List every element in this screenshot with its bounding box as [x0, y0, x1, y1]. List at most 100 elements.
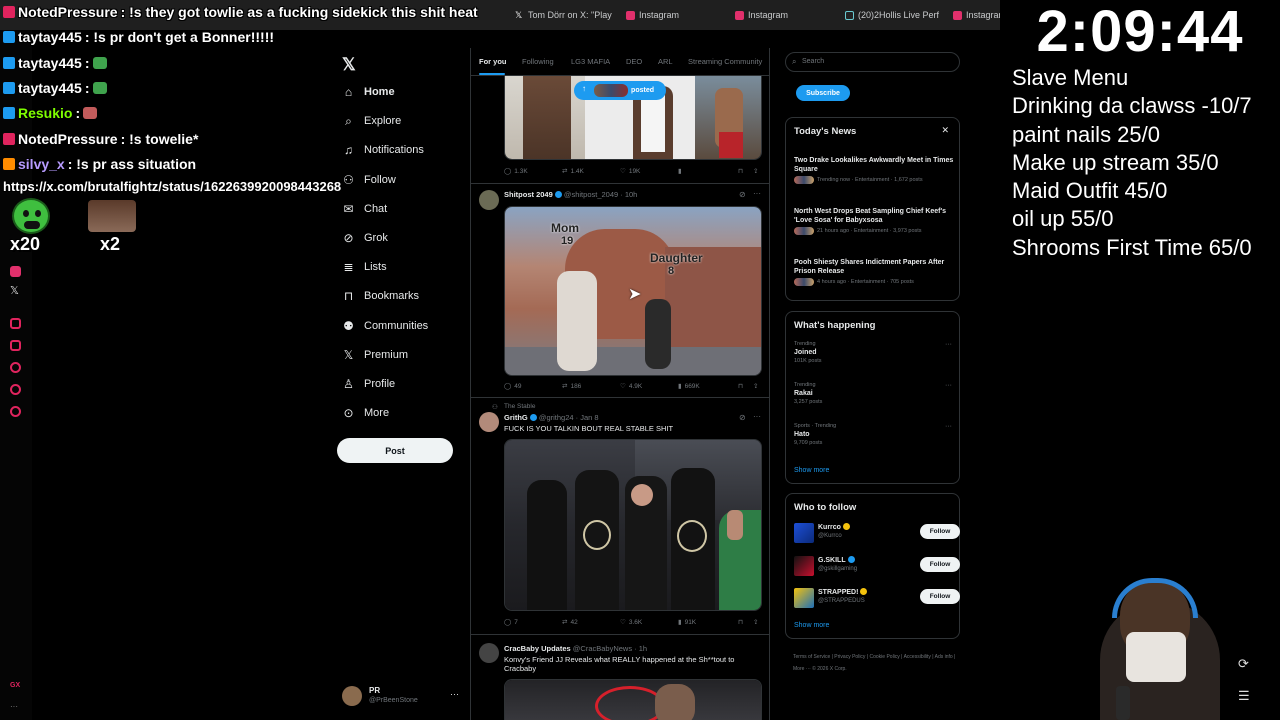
views-button[interactable]: ▮ 91K: [678, 618, 696, 627]
news-item[interactable]: North West Drops Beat Sampling Chief Kee…: [794, 207, 954, 235]
more-dots-icon[interactable]: ···: [753, 189, 761, 198]
tweet-media[interactable]: [504, 679, 762, 720]
grok-icon[interactable]: ⊘: [739, 413, 746, 422]
new-posts-pill[interactable]: ↑ posted: [574, 81, 666, 100]
more-dots-icon[interactable]: ···: [945, 341, 952, 348]
news-meta: Trending now · Entertainment · 1,672 pos…: [817, 177, 923, 183]
nav-item-label: Grok: [364, 232, 388, 244]
repost-button[interactable]: ⇄ 42: [562, 618, 578, 627]
tweet-author[interactable]: GrithG @grithg24 · Jan 8: [504, 413, 599, 422]
camera-rotate-icon[interactable]: ⟳: [1238, 656, 1249, 672]
nav-item-explore[interactable]: ⌕ Explore: [342, 111, 401, 131]
nav-item-communities[interactable]: ⚉ Communities: [342, 316, 428, 336]
avatar[interactable]: [479, 412, 499, 432]
like-button[interactable]: ♡ 19K: [620, 167, 640, 176]
history-icon[interactable]: [10, 362, 21, 373]
reply-button[interactable]: ◯ 7: [504, 618, 518, 627]
more-dots-icon[interactable]: ···: [945, 382, 952, 389]
nav-item-profile[interactable]: ♙ Profile: [342, 374, 395, 394]
footer-links[interactable]: Terms of Service | Privacy Policy | Cook…: [793, 651, 963, 675]
follow-suggestion[interactable]: STRAPPED! @STRAPPEDUS Follow: [794, 586, 960, 608]
trend-item[interactable]: Trending Rakai 3,257 posts ···: [794, 382, 954, 405]
close-icon[interactable]: ✕: [941, 125, 949, 136]
tweet[interactable]: Shitpost 2049 @shitpost_2049 · 10h ⊘ ···…: [471, 184, 769, 398]
avatar[interactable]: [794, 523, 814, 543]
follow-suggestion[interactable]: G.SKILL @gskillgaming Follow: [794, 554, 960, 576]
reply-button[interactable]: ◯ 49: [504, 382, 522, 391]
browser-tab[interactable]: Instagram: [735, 6, 850, 24]
reply-button[interactable]: ◯ 1.3K: [504, 167, 528, 176]
avatar[interactable]: [794, 555, 814, 576]
news-item[interactable]: Two Drake Lookalikes Awkwardly Meet in T…: [794, 156, 954, 184]
nav-item-chat[interactable]: ✉ Chat: [342, 199, 387, 219]
chat-username: taytay445: [18, 29, 82, 46]
tab-for-you[interactable]: For you: [479, 57, 507, 66]
nav-item-home[interactable]: ⌂ Home: [342, 82, 395, 102]
follow-button[interactable]: Follow: [920, 556, 960, 572]
tweet-author[interactable]: CracBaby Updates @CracBabyNews · 1h: [504, 644, 647, 653]
tweet-media[interactable]: [504, 439, 762, 611]
follow-button[interactable]: Follow: [920, 589, 960, 604]
post-button[interactable]: Post: [337, 438, 453, 463]
subscribe-button[interactable]: Subscribe: [796, 85, 850, 101]
nav-item-bookmarks[interactable]: ⊓ Bookmarks: [342, 286, 419, 306]
show-more-link[interactable]: Show more: [794, 467, 829, 474]
more-dots-icon[interactable]: ···: [753, 412, 761, 421]
avatar[interactable]: [794, 588, 814, 608]
nav-item-notifications[interactable]: ♫ Notifications: [342, 140, 424, 160]
tab-following[interactable]: Following: [522, 57, 554, 66]
follow-button[interactable]: Follow: [920, 524, 960, 539]
trend-item[interactable]: Sports · Trending Hato 9,709 posts ···: [794, 423, 954, 446]
views-button[interactable]: ▮ 669K: [678, 382, 700, 391]
gx-icon[interactable]: GX: [10, 682, 21, 693]
settings-icon[interactable]: [10, 406, 21, 417]
instagram-icon[interactable]: [10, 266, 21, 277]
trend-item[interactable]: Trending Joined 101K posts ···: [794, 341, 954, 364]
like-button[interactable]: ♡ 3.6K: [620, 618, 642, 627]
views-button[interactable]: ▮: [678, 167, 682, 175]
extensions-icon[interactable]: [10, 384, 21, 395]
share-button[interactable]: ⇪: [753, 167, 758, 175]
tab-deo[interactable]: DEO: [626, 57, 642, 66]
bookmark-button[interactable]: ⊓: [738, 167, 743, 175]
nav-item-lists[interactable]: ≣ Lists: [342, 257, 386, 277]
show-more-link[interactable]: Show more: [794, 622, 829, 629]
tab-streaming-community[interactable]: Streaming Community: [688, 57, 762, 66]
search-input[interactable]: ⌕ Search: [785, 52, 960, 72]
tab-lg3-mafia[interactable]: LG3 MAFIA: [571, 57, 610, 66]
x-icon[interactable]: 𝕏: [10, 286, 21, 297]
repost-button[interactable]: ⇄ 1.4K: [562, 167, 584, 176]
tweet-author[interactable]: Shitpost 2049 @shitpost_2049 · 10h: [504, 190, 637, 199]
more-icon[interactable]: ···: [10, 702, 21, 713]
grok-icon[interactable]: ⊘: [739, 190, 746, 199]
like-button[interactable]: ♡ 4.9K: [620, 382, 642, 391]
follow-suggestion[interactable]: Kurrco @Kurrco Follow: [794, 521, 960, 543]
tweet-media-video[interactable]: Mom 19 Daughter 8 ➤: [504, 206, 762, 376]
tweet[interactable]: ↑ posted ◯ 1.3K ⇄ 1.4K ♡ 19K ▮ ⊓ ⇪: [471, 76, 769, 184]
account-switcher[interactable]: PR @PrBeenStone ···: [342, 685, 462, 707]
menu-icon[interactable]: ☰: [1238, 688, 1250, 704]
x-logo-icon[interactable]: 𝕏: [342, 55, 356, 75]
tab-arl[interactable]: ARL: [658, 57, 673, 66]
nav-item-premium[interactable]: 𝕏 Premium: [342, 345, 408, 365]
tweet[interactable]: CracBaby Updates @CracBabyNews · 1h Konv…: [471, 635, 769, 720]
sidebar-app-icon[interactable]: [10, 318, 21, 329]
browser-tab[interactable]: Instagram: [953, 6, 1000, 24]
share-button[interactable]: ⇪: [753, 618, 758, 626]
bookmark-icon[interactable]: [10, 340, 21, 351]
browser-tab[interactable]: (20)2Hollis Live Perf: [845, 6, 960, 24]
browser-tab[interactable]: Instagram: [626, 6, 741, 24]
nav-item-grok[interactable]: ⊘ Grok: [342, 228, 388, 248]
news-item[interactable]: Pooh Shiesty Shares Indictment Papers Af…: [794, 258, 954, 286]
nav-item-follow[interactable]: ⚇ Follow: [342, 170, 396, 190]
avatar[interactable]: [479, 190, 499, 210]
tweet[interactable]: ⚇ The Stable GrithG @grithg24 · Jan 8 ⊘ ·…: [471, 398, 769, 635]
repost-button[interactable]: ⇄ 186: [562, 382, 581, 391]
avatar[interactable]: [479, 643, 499, 663]
nav-item-more[interactable]: ⊙ More: [342, 403, 389, 423]
bookmark-button[interactable]: ⊓: [738, 382, 743, 390]
share-button[interactable]: ⇪: [753, 382, 758, 390]
browser-tab[interactable]: 𝕏 Tom Dörr on X: "Play: [515, 6, 630, 24]
bookmark-button[interactable]: ⊓: [738, 618, 743, 626]
more-dots-icon[interactable]: ···: [945, 423, 952, 430]
